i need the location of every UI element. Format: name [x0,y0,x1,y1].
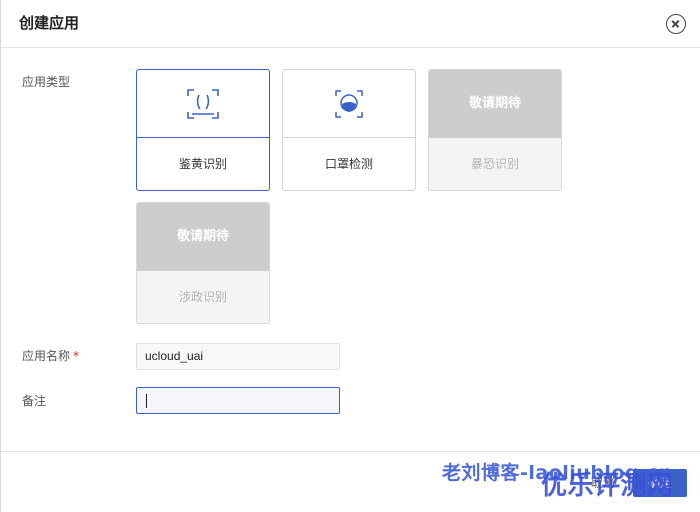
required-mark: * [73,349,80,363]
card-name: 口罩检测 [324,157,373,171]
card-coming-soon-area: 敬请期待 [429,70,561,138]
card-name: 暴恐识别 [429,138,561,190]
card-name: 涉政识别 [137,271,269,323]
remark-label: 备注 [22,394,47,408]
text-caret [146,394,147,408]
card-name: 鉴黄识别 [178,157,227,171]
dialog-header: 创建应用 [1,0,700,48]
mask-detect-icon [335,89,363,118]
dialog-title: 创建应用 [19,14,80,32]
app-name-label: 应用名称 * [22,348,79,364]
app-type-label: 应用类型 [22,75,71,89]
app-type-card-politics-detect: 敬请期待 涉政识别 [136,202,270,324]
app-type-card-mask-detect[interactable]: 口罩检测 [282,69,416,191]
close-icon[interactable] [666,14,686,34]
coming-soon-label: 敬请期待 [468,96,521,111]
create-app-dialog: 创建应用 应用类型 鉴黄识别 口罩检测 敬请期待 暴恐识别 敬请期待 涉政识别 … [0,0,700,512]
app-type-card-porn-detect[interactable]: 鉴黄识别 [136,69,270,191]
card-coming-soon-area: 敬请期待 [137,203,269,271]
face-scan-icon [187,88,219,119]
app-type-card-terror-detect: 敬请期待 暴恐识别 [428,69,562,191]
remark-input[interactable] [136,387,340,414]
app-name-label-text: 应用名称 [22,349,71,363]
card-icon-area [283,70,415,138]
app-name-input[interactable]: ucloud_uai [136,343,340,370]
coming-soon-label: 敬请期待 [176,229,229,244]
watermark-site: 优乐评测网 [541,471,674,501]
card-icon-area [137,70,269,138]
